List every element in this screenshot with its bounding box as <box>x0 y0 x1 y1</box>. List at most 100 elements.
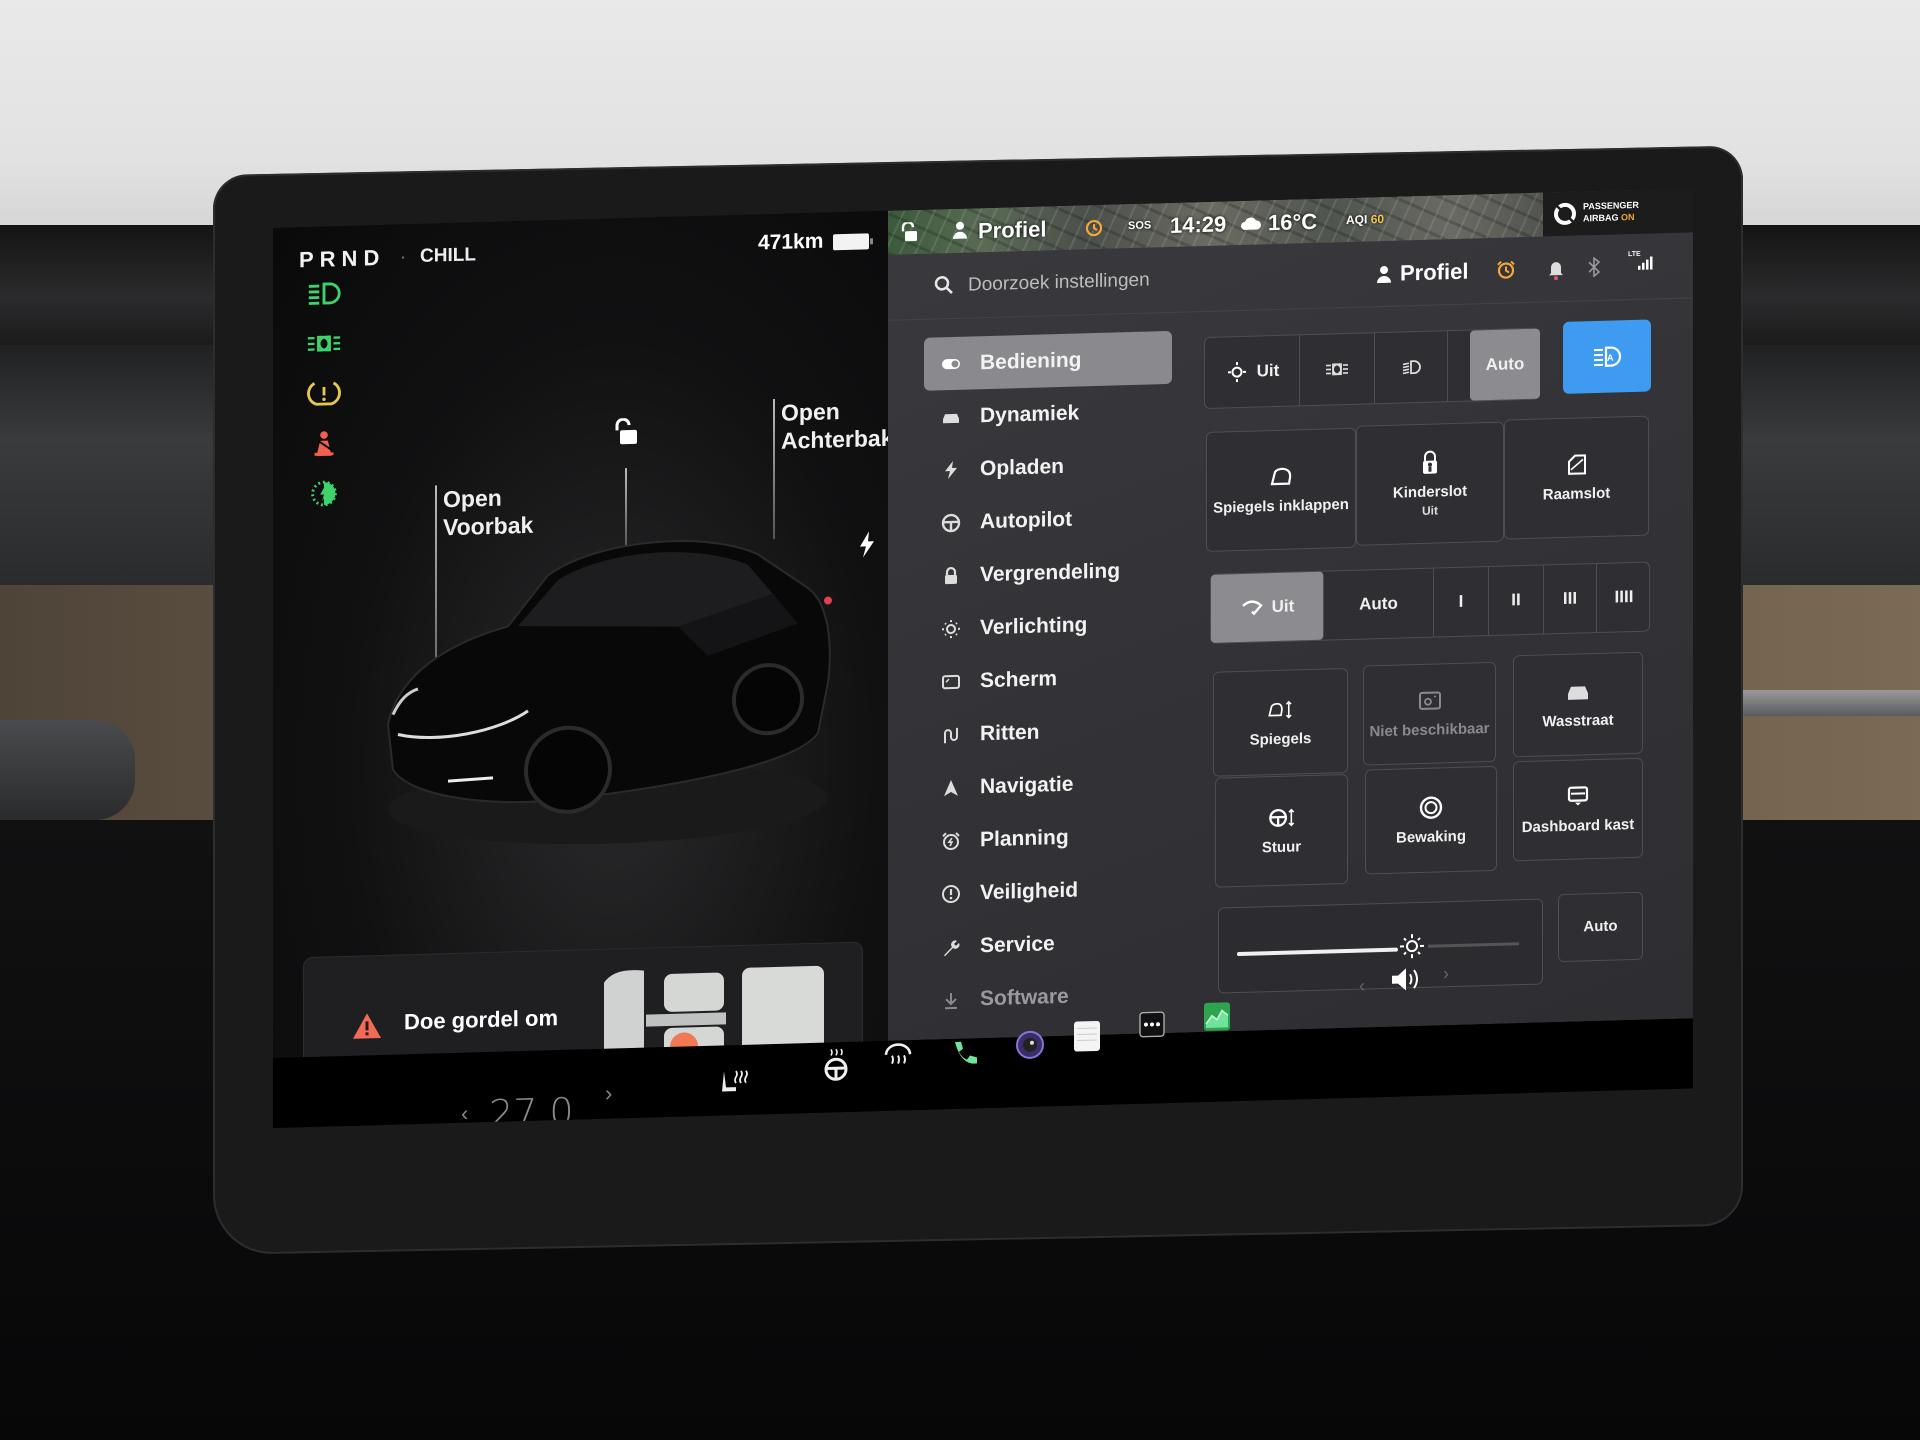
passenger-airbag-status: PASSENGER AIRBAG ON <box>1543 188 1693 237</box>
wiper-off-option[interactable]: Uit <box>1211 571 1324 643</box>
settings-search-input[interactable] <box>968 259 1308 303</box>
nav-label: Opladen <box>980 454 1065 480</box>
settings-nav: Bediening Dynamiek Opladen Autopilot Ver… <box>924 330 1174 1027</box>
nav-item-planning[interactable]: Planning <box>924 808 1174 868</box>
alarm-clock-icon[interactable] <box>1084 217 1104 238</box>
nav-item-navigatie[interactable]: Navigatie <box>924 755 1174 815</box>
range-readout: 471km <box>758 229 824 255</box>
child-lock-state: Uit <box>1422 503 1438 518</box>
child-lock-icon <box>1423 450 1437 474</box>
charge-port-icon[interactable] <box>858 531 876 558</box>
unlock-icon[interactable] <box>613 417 639 447</box>
nav-item-service[interactable]: Service <box>924 914 1174 974</box>
nav-item-veiligheid[interactable]: Veiligheid <box>924 861 1174 921</box>
wrench-icon <box>940 935 962 958</box>
touchscreen: PRND · CHILL 471km Open Voorbak Open Ach… <box>273 188 1693 1128</box>
parking-lights-option[interactable] <box>1300 333 1375 406</box>
car-wash-button[interactable]: Wasstraat <box>1513 651 1643 758</box>
nav-item-autopilot[interactable]: Autopilot <box>924 490 1174 550</box>
brightness-sun-icon[interactable] <box>1399 933 1425 960</box>
warning-triangle-icon <box>353 1013 381 1039</box>
lights-off-label: Uit <box>1256 360 1280 381</box>
frunk-label-line1: Open <box>443 484 502 513</box>
nav-item-vergrendeling[interactable]: Vergrendeling <box>924 543 1174 603</box>
window-lock-button[interactable]: Raamslot <box>1504 415 1649 540</box>
sentry-mode-button[interactable]: Bewaking <box>1365 765 1497 875</box>
bolt-icon <box>940 458 962 481</box>
bluetooth-icon[interactable] <box>1588 256 1600 278</box>
nav-item-ritten[interactable]: Ritten <box>924 702 1174 762</box>
mirror-adjust-button[interactable]: Spiegels <box>1213 667 1348 777</box>
lock-icon <box>940 564 962 587</box>
wiper-speed-label: IIII <box>1614 586 1634 607</box>
rear-defrost-icon[interactable] <box>883 1042 913 1069</box>
nav-label: Service <box>980 931 1055 957</box>
child-lock-button[interactable]: Kinderslot Uit <box>1356 421 1504 546</box>
nav-item-bediening[interactable]: Bediening <box>924 330 1172 391</box>
nav-label: Veiligheid <box>980 878 1079 904</box>
lights-off-option[interactable]: Uit <box>1205 335 1300 408</box>
seatbelt-message: Doe gordel om <box>404 1005 559 1035</box>
profile-icon <box>953 221 967 240</box>
volume-up-button[interactable]: › <box>1443 963 1449 984</box>
camera-frame-icon <box>1418 691 1441 710</box>
low-beam-option[interactable] <box>1375 331 1448 404</box>
tile-label: Spiegels inklappen <box>1213 495 1349 517</box>
airbag-state: ON <box>1621 211 1635 223</box>
volume-icon[interactable] <box>1389 964 1423 995</box>
sos-indicator[interactable]: SOS <box>1128 219 1151 232</box>
brightness-slider[interactable] <box>1218 898 1543 994</box>
auto-high-beam-button[interactable]: A <box>1563 319 1651 394</box>
alarm-clock-icon <box>940 829 962 852</box>
headlight-mode-control: Uit Auto <box>1204 327 1540 409</box>
wiper-mode-control: Uit Auto I II III IIII <box>1210 561 1651 644</box>
nav-item-verlichting[interactable]: Verlichting <box>924 596 1174 656</box>
glovebox-button[interactable]: Dashboard kast <box>1513 757 1643 862</box>
tile-label: Bewaking <box>1395 827 1467 847</box>
brightness-auto-button[interactable]: Auto <box>1558 891 1643 963</box>
nav-label: Verlichting <box>980 612 1088 639</box>
gear-indicator: PRND <box>299 244 386 273</box>
car-wash-icon <box>1568 686 1588 700</box>
display-icon <box>940 670 962 693</box>
seat-heater-icon[interactable] <box>718 1067 752 1098</box>
seatbelt-warning-icon <box>303 426 345 461</box>
steering-heater-icon[interactable] <box>821 1047 851 1082</box>
stocks-app-icon[interactable] <box>1203 1001 1231 1032</box>
camera-app-icon[interactable] <box>1015 1029 1045 1060</box>
car-model-image[interactable] <box>378 512 838 855</box>
tile-label: Wasstraat <box>1542 711 1614 731</box>
tile-label: Stuur <box>1261 838 1302 857</box>
steering-adjust-button[interactable]: Stuur <box>1215 773 1348 888</box>
wiper-speed-3-option[interactable]: III <box>1544 564 1597 634</box>
alarm-clock-icon[interactable] <box>1496 259 1516 280</box>
search-icon <box>934 276 953 294</box>
lights-auto-option[interactable]: Auto <box>1470 328 1540 401</box>
trunk-label-line2: Achterbak <box>781 424 894 454</box>
wiper-speed-label: III <box>1562 588 1578 608</box>
wiper-auto-option[interactable]: Auto <box>1324 568 1434 640</box>
open-trunk-button[interactable]: Open Achterbak <box>781 396 893 455</box>
volume-down-button[interactable]: ‹ <box>1359 975 1365 996</box>
wiper-speed-1-option[interactable]: I <box>1434 567 1489 637</box>
fold-mirrors-button[interactable]: Spiegels inklappen <box>1206 427 1356 552</box>
wiper-speed-2-option[interactable]: II <box>1489 565 1544 636</box>
profile-button[interactable]: Profiel <box>1400 259 1468 287</box>
lock-status-icon[interactable] <box>900 221 918 243</box>
topbar-profile[interactable]: Profiel <box>978 216 1046 244</box>
low-beam-icon <box>1402 360 1421 375</box>
outside-temperature: 16°C <box>1268 208 1318 236</box>
nav-item-scherm[interactable]: Scherm <box>924 649 1174 709</box>
nav-item-opladen[interactable]: Opladen <box>924 437 1174 497</box>
navigation-arrow-icon <box>940 776 962 799</box>
notification-bell-icon[interactable] <box>1548 258 1564 281</box>
svg-text:A: A <box>1607 353 1614 363</box>
wiper-speed-4-option[interactable]: IIII <box>1597 563 1651 633</box>
phone-app-icon[interactable] <box>949 1038 979 1069</box>
nav-label: Scherm <box>980 666 1058 692</box>
notes-app-icon[interactable] <box>1073 1020 1101 1053</box>
nav-item-software[interactable]: Software <box>924 967 1174 1027</box>
more-apps-icon[interactable] <box>1139 1011 1165 1038</box>
temp-up-button[interactable]: › <box>605 1081 612 1107</box>
nav-item-dynamiek[interactable]: Dynamiek <box>924 384 1174 444</box>
